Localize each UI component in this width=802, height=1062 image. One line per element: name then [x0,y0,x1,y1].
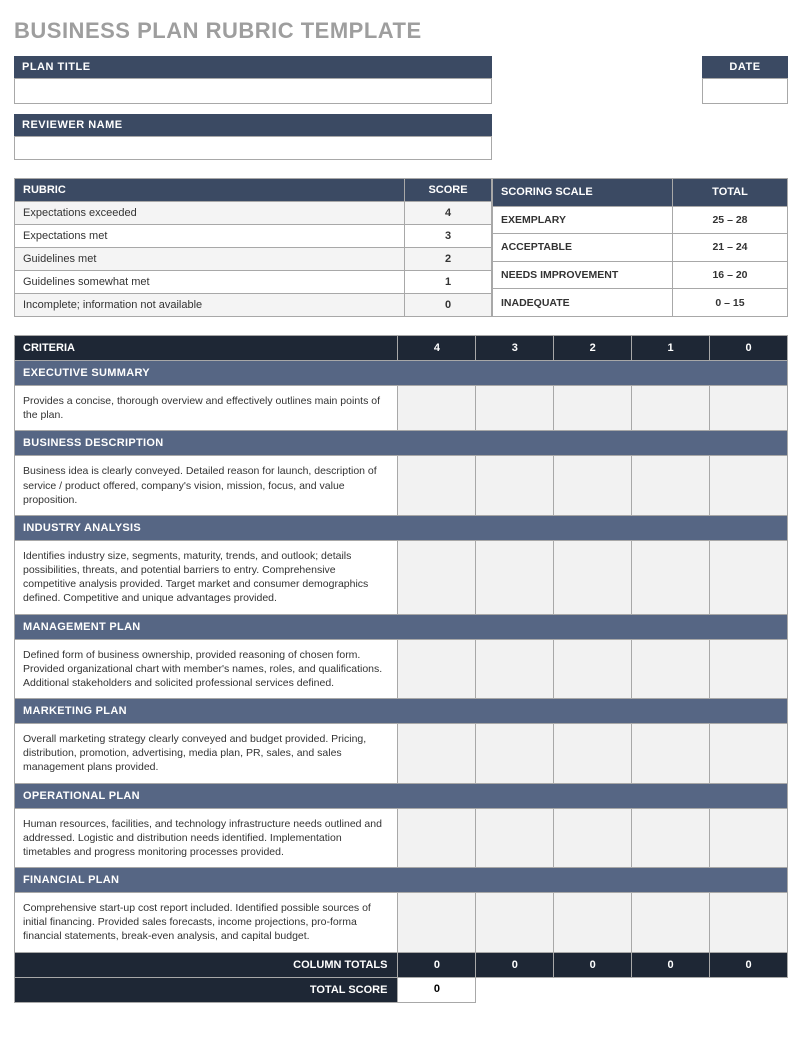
score-cell[interactable] [398,540,476,614]
section-title: BUSINESS DESCRIPTION [15,431,788,456]
plan-title-input[interactable] [14,78,492,104]
score-cell[interactable] [632,386,710,431]
criteria-desc: Comprehensive start-up cost report inclu… [15,893,398,953]
score-cell[interactable] [476,724,554,784]
reviewer-label: REVIEWER NAME [14,114,492,136]
table-row: Guidelines somewhat met1 [15,271,492,294]
score-cell[interactable] [398,386,476,431]
column-total: 0 [632,952,710,977]
score-cell[interactable] [710,808,788,868]
date-input[interactable] [702,78,788,104]
score-cell[interactable] [398,456,476,516]
table-row: INADEQUATE0 – 15 [493,289,788,317]
rubric-header: RUBRIC [15,179,405,202]
score-cell[interactable] [554,808,632,868]
score-cell[interactable] [632,724,710,784]
score-cell[interactable] [710,639,788,699]
score-cell[interactable] [476,540,554,614]
table-row: Expectations met3 [15,225,492,248]
criteria-desc: Provides a concise, thorough overview an… [15,386,398,431]
criteria-table: CRITERIA 4 3 2 1 0 EXECUTIVE SUMMARY Pro… [14,335,788,1003]
score-cell[interactable] [554,456,632,516]
table-row: Incomplete; information not available0 [15,294,492,317]
column-total: 0 [710,952,788,977]
column-total: 0 [398,952,476,977]
criteria-desc: Business idea is clearly conveyed. Detai… [15,456,398,516]
score-cell[interactable] [710,456,788,516]
score-cell[interactable] [476,456,554,516]
score-cell[interactable] [398,639,476,699]
total-score-value: 0 [398,977,476,1002]
score-cell[interactable] [710,540,788,614]
score-cell[interactable] [398,808,476,868]
section-title: FINANCIAL PLAN [15,868,788,893]
score-cell[interactable] [398,724,476,784]
score-cell[interactable] [554,639,632,699]
criteria-desc: Defined form of business ownership, prov… [15,639,398,699]
section-title: INDUSTRY ANALYSIS [15,515,788,540]
score-cell[interactable] [632,540,710,614]
table-row: EXEMPLARY25 – 28 [493,206,788,234]
table-row: Expectations exceeded4 [15,202,492,225]
table-row: NEEDS IMPROVEMENT16 – 20 [493,261,788,289]
score-cell[interactable] [710,893,788,953]
criteria-desc: Overall marketing strategy clearly conve… [15,724,398,784]
date-label: DATE [702,56,788,78]
section-title: OPERATIONAL PLAN [15,783,788,808]
column-total: 0 [554,952,632,977]
score-cell[interactable] [632,639,710,699]
column-totals-label: COLUMN TOTALS [15,952,398,977]
score-cell[interactable] [476,808,554,868]
criteria-header: CRITERIA [15,336,398,361]
score-cell[interactable] [554,386,632,431]
reviewer-input[interactable] [14,136,492,160]
table-row: ACCEPTABLE21 – 24 [493,234,788,262]
score-header: SCORE [405,179,492,202]
score-cell[interactable] [476,893,554,953]
score-cell[interactable] [476,639,554,699]
total-score-label: TOTAL SCORE [15,977,398,1002]
score-cell[interactable] [632,808,710,868]
plan-title-label: PLAN TITLE [14,56,492,78]
section-title: MARKETING PLAN [15,699,788,724]
criteria-desc: Identifies industry size, segments, matu… [15,540,398,614]
score-cell[interactable] [476,386,554,431]
section-title: MANAGEMENT PLAN [15,614,788,639]
score-cell[interactable] [554,540,632,614]
page-title: BUSINESS PLAN RUBRIC TEMPLATE [14,18,788,44]
column-total: 0 [476,952,554,977]
scoring-scale-table: SCORING SCALE TOTAL EXEMPLARY25 – 28 ACC… [492,178,788,317]
total-header: TOTAL [673,179,788,207]
score-cell[interactable] [710,724,788,784]
section-title: EXECUTIVE SUMMARY [15,361,788,386]
score-cell[interactable] [554,893,632,953]
score-cell[interactable] [632,456,710,516]
scale-header: SCORING SCALE [493,179,673,207]
score-cell[interactable] [710,386,788,431]
criteria-desc: Human resources, facilities, and technol… [15,808,398,868]
table-row: Guidelines met2 [15,248,492,271]
rubric-table: RUBRIC SCORE Expectations exceeded4 Expe… [14,178,492,317]
score-cell[interactable] [632,893,710,953]
score-cell[interactable] [554,724,632,784]
score-cell[interactable] [398,893,476,953]
